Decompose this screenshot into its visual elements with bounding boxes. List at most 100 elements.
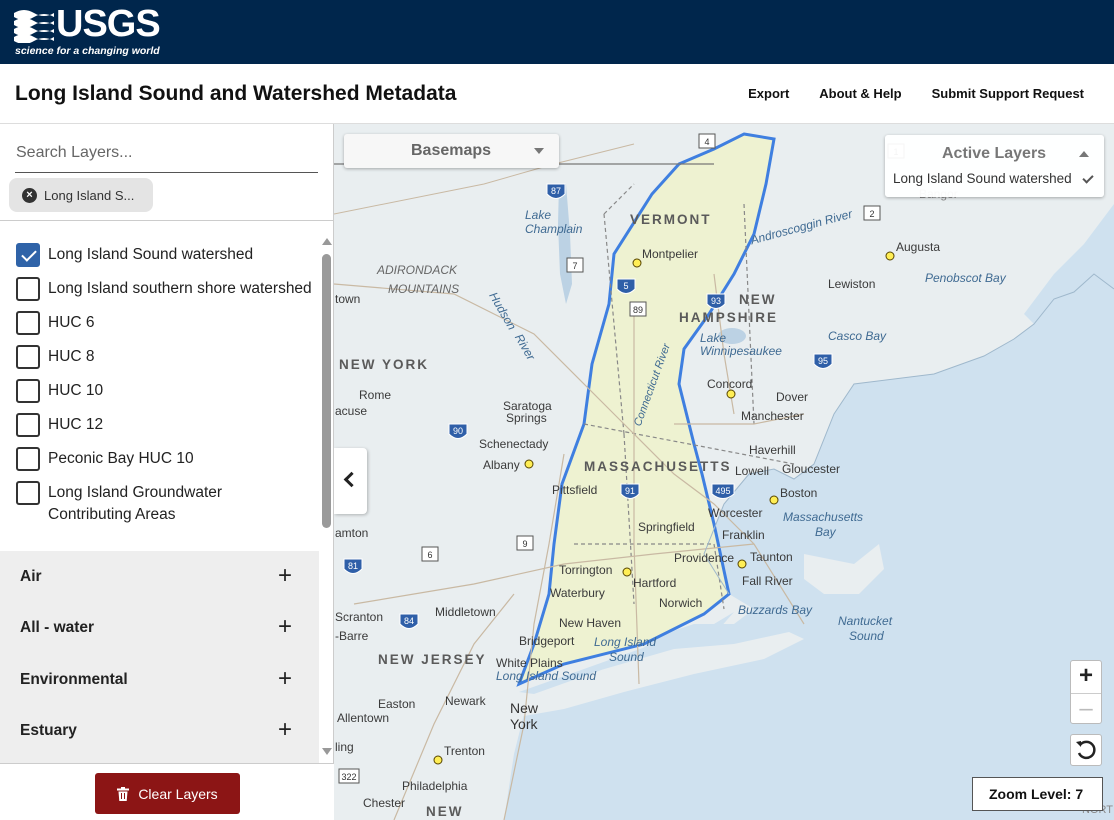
nav-support-request[interactable]: Submit Support Request bbox=[932, 86, 1084, 101]
caret-up-icon[interactable] bbox=[1079, 151, 1089, 157]
layer-item[interactable]: Long Island southern shore watershed bbox=[16, 277, 323, 301]
trash-icon bbox=[117, 786, 130, 801]
shield-label: 6 bbox=[427, 550, 432, 560]
reset-view-button[interactable] bbox=[1070, 734, 1102, 766]
map-label: Sound bbox=[609, 650, 644, 664]
layer-label: Long Island Sound watershed bbox=[48, 246, 254, 263]
map-label: Dover bbox=[776, 390, 809, 404]
nav-about-help[interactable]: About & Help bbox=[819, 86, 901, 101]
zoom-out-button[interactable]: – bbox=[1071, 693, 1101, 724]
layer-label: Long Island Groundwater Contributing Are… bbox=[48, 484, 223, 523]
category-estuary[interactable]: Estuary + bbox=[0, 705, 319, 756]
map-label: Long Island bbox=[594, 635, 657, 649]
category-label: Air bbox=[20, 568, 42, 585]
map-label: HAMPSHIRE bbox=[679, 310, 779, 325]
layer-checkbox[interactable] bbox=[16, 243, 40, 267]
app-header: Long Island Sound and Watershed Metadata… bbox=[0, 64, 1114, 124]
map-label: Winnipesaukee bbox=[700, 344, 782, 358]
map-label: NEW JERSEY bbox=[378, 652, 487, 667]
layer-item[interactable]: HUC 8 bbox=[16, 345, 323, 369]
category-label: Environmental bbox=[20, 671, 128, 688]
collapse-sidebar-button[interactable] bbox=[334, 448, 367, 514]
zoom-level-readout: Zoom Level: 7 bbox=[972, 777, 1103, 811]
map-label: Penobscot Bay bbox=[925, 271, 1006, 285]
expand-plus-icon[interactable]: + bbox=[278, 665, 292, 693]
map-label: Springs bbox=[506, 411, 547, 425]
category-air[interactable]: Air + bbox=[0, 551, 319, 602]
map-label: Champlain bbox=[525, 222, 583, 236]
category-all-water[interactable]: All - water + bbox=[0, 602, 319, 653]
zoom-control: + – bbox=[1070, 660, 1102, 724]
layer-item[interactable]: HUC 6 bbox=[16, 311, 323, 335]
shield-label: 2 bbox=[869, 209, 874, 219]
layer-checkbox[interactable] bbox=[16, 277, 40, 301]
category-environmental[interactable]: Environmental + bbox=[0, 654, 319, 705]
search-field bbox=[15, 138, 318, 173]
map-label: Buzzards Bay bbox=[738, 603, 813, 617]
usgs-banner: USGS science for a changing world bbox=[0, 0, 1114, 64]
expand-plus-icon[interactable]: + bbox=[278, 716, 292, 744]
map-label: NEW YORK bbox=[339, 357, 430, 372]
layer-item[interactable]: Long Island Groundwater Contributing Are… bbox=[16, 481, 248, 526]
basemaps-dropdown[interactable]: Basemaps bbox=[344, 134, 559, 168]
chip-remove-icon[interactable]: × bbox=[22, 187, 37, 203]
refresh-icon bbox=[1076, 740, 1096, 760]
expand-plus-icon[interactable]: + bbox=[278, 613, 292, 641]
map-view[interactable]: 87 5 93 95 90 91 495 84 81 7 89 6 9 2 1 … bbox=[334, 124, 1114, 820]
scroll-down-icon[interactable] bbox=[322, 748, 332, 755]
map-label: Norwich bbox=[659, 596, 703, 610]
category-list: Air + All - water + Environmental + Estu… bbox=[0, 551, 319, 763]
layer-item[interactable]: Peconic Bay HUC 10 bbox=[16, 447, 323, 471]
search-input[interactable] bbox=[15, 138, 318, 168]
expand-plus-icon[interactable]: + bbox=[278, 562, 292, 590]
map-label: Taunton bbox=[750, 550, 793, 564]
divider bbox=[0, 220, 334, 221]
usgs-wordmark: USGS bbox=[56, 3, 161, 45]
layer-checkbox[interactable] bbox=[16, 311, 40, 335]
chip-label: Long Island S... bbox=[44, 187, 135, 203]
page-title: Long Island Sound and Watershed Metadata bbox=[15, 82, 457, 105]
layer-checkbox[interactable] bbox=[16, 345, 40, 369]
active-layer-item[interactable]: Long Island Sound watershed bbox=[893, 171, 1072, 186]
map-label: Boston bbox=[780, 486, 818, 500]
usgs-logo[interactable]: USGS science for a changing world bbox=[14, 4, 161, 59]
map-label: ADIRONDACK bbox=[377, 263, 458, 277]
map-label: Schenectady bbox=[479, 437, 549, 451]
scroll-thumb[interactable] bbox=[322, 254, 331, 528]
active-filter-chip[interactable]: × Long Island S... bbox=[9, 178, 153, 212]
active-layers-title: Active Layers bbox=[942, 145, 1047, 162]
map-label: Casco Bay bbox=[828, 329, 887, 343]
map-label: Lake bbox=[525, 208, 552, 222]
map-label: acuse bbox=[335, 404, 368, 418]
layer-item[interactable]: Long Island Sound watershed bbox=[16, 243, 323, 267]
header-nav: Export About & Help Submit Support Reque… bbox=[748, 86, 1084, 101]
layer-item[interactable]: HUC 12 bbox=[16, 413, 323, 437]
basemaps-label: Basemaps bbox=[411, 142, 492, 159]
map-label: Hartford bbox=[633, 576, 677, 590]
map-label: -Barre bbox=[335, 629, 369, 643]
layer-checkbox[interactable] bbox=[16, 413, 40, 437]
map-label: New Haven bbox=[559, 616, 622, 630]
zoom-in-button[interactable]: + bbox=[1071, 661, 1101, 692]
map-label: Lowell bbox=[735, 464, 770, 478]
clear-layers-label: Clear Layers bbox=[138, 785, 218, 802]
layer-checkbox[interactable] bbox=[16, 447, 40, 471]
shield-label: 87 bbox=[551, 186, 561, 196]
shield-label: 91 bbox=[625, 486, 635, 496]
shield-label: 93 bbox=[711, 296, 721, 306]
map-label: Providence bbox=[674, 551, 735, 565]
layer-checkbox[interactable] bbox=[16, 481, 40, 505]
map-label: Philadelphia bbox=[402, 779, 468, 793]
map-label: Easton bbox=[378, 697, 416, 711]
shield-label: 81 bbox=[348, 561, 358, 571]
layer-checkbox[interactable] bbox=[16, 379, 40, 403]
clear-layers-button[interactable]: Clear Layers bbox=[95, 773, 240, 814]
map-label: MOUNTAINS bbox=[388, 282, 460, 296]
sidebar-scrollbar[interactable] bbox=[320, 234, 334, 764]
shield-label: 9 bbox=[522, 539, 527, 549]
nav-export[interactable]: Export bbox=[748, 86, 789, 101]
map-label: New bbox=[510, 700, 539, 716]
scroll-up-icon[interactable] bbox=[322, 238, 332, 245]
layer-item[interactable]: HUC 10 bbox=[16, 379, 323, 403]
map-label: Middletown bbox=[435, 605, 496, 619]
